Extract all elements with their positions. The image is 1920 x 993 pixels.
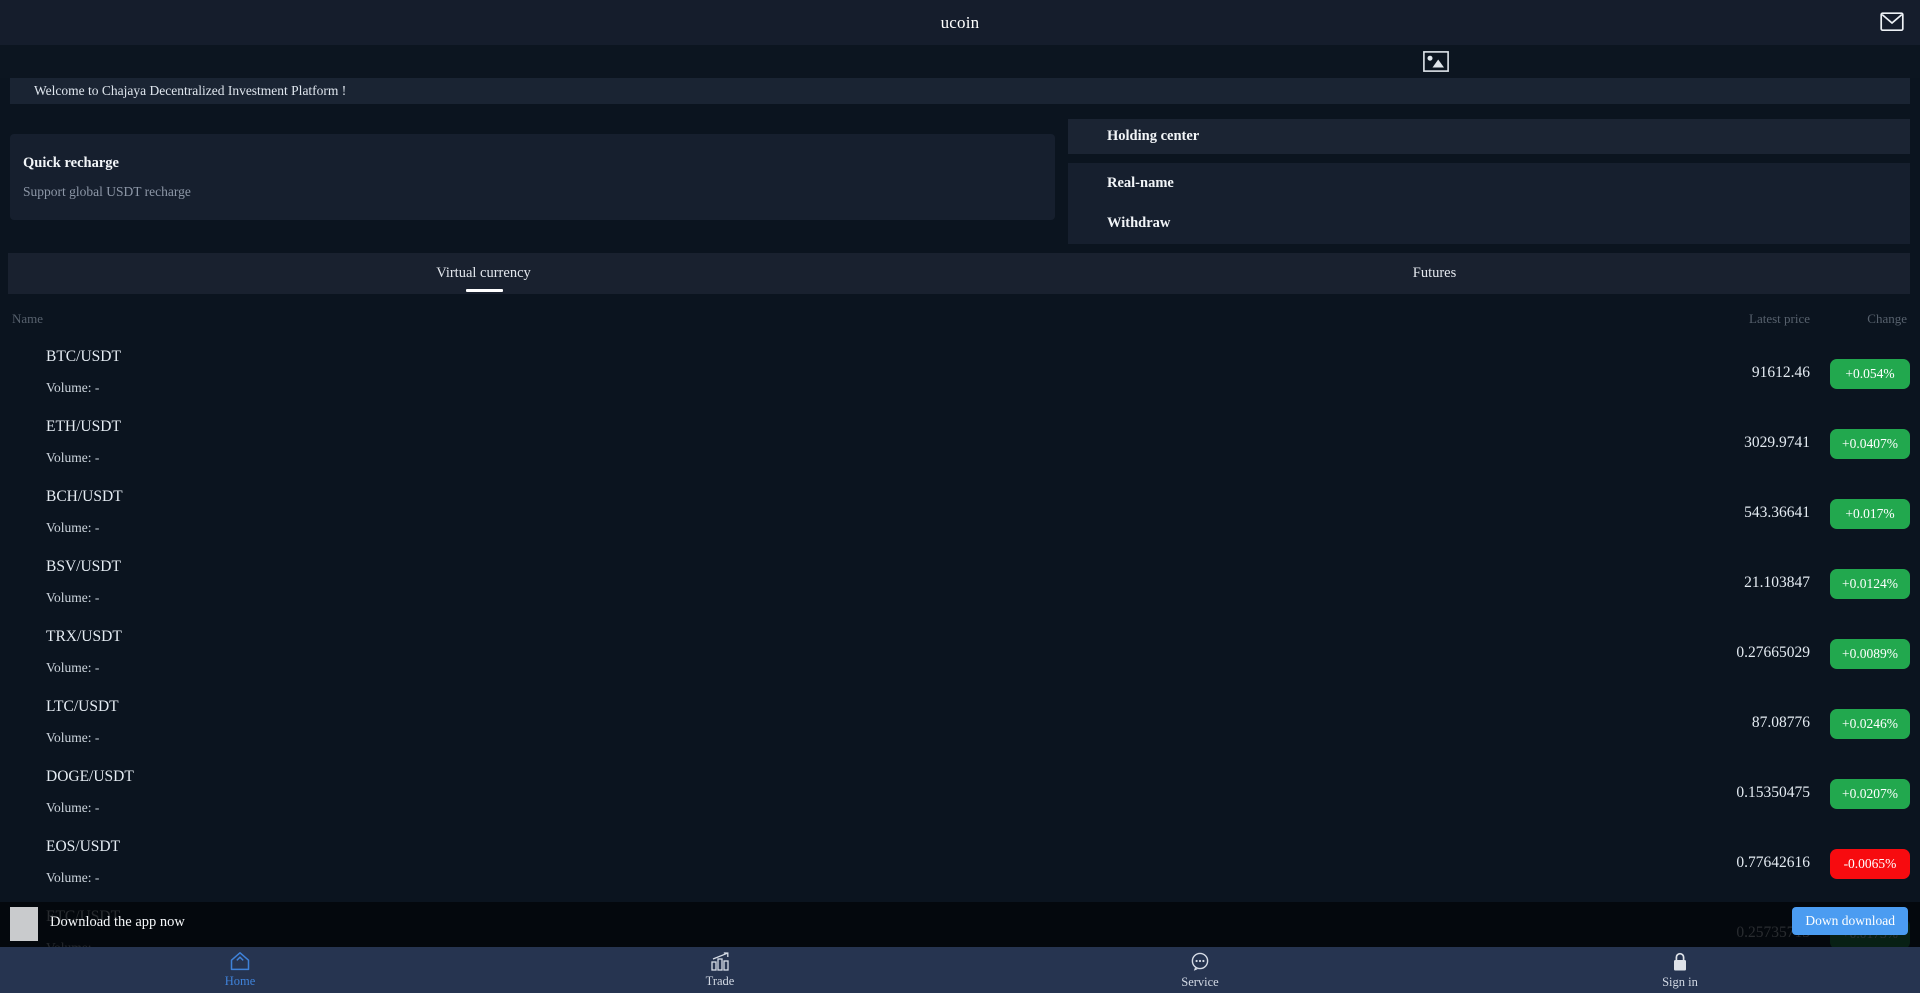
notice-bar: Welcome to Chajaya Decentralized Investm… (10, 78, 1910, 104)
volume: Volume: - (46, 800, 99, 816)
market-row[interactable]: TRX/USDT Volume: - 0.27665029 +0.0089% (0, 619, 1920, 689)
latest-price: 543.36641 (1744, 504, 1810, 522)
change-badge: +0.0124% (1830, 569, 1910, 599)
banner-carousel (0, 45, 1920, 78)
nav-label: Trade (706, 974, 735, 989)
app-title: ucoin (941, 13, 980, 33)
menu-item-holding-center[interactable]: Holding center (1068, 119, 1910, 154)
nav-sign-in[interactable]: Sign in (1440, 947, 1920, 993)
download-text: Download the app now (50, 914, 185, 931)
market-tabs: Virtual currency Futures (8, 253, 1910, 294)
notice-text: Welcome to Chajaya Decentralized Investm… (34, 83, 346, 99)
tab-label: Futures (1413, 265, 1457, 282)
market-row[interactable]: LTC/USDT Volume: - 87.08776 +0.0246% (0, 689, 1920, 759)
market-row[interactable]: ETH/USDT Volume: - 3029.9741 +0.0407% (0, 409, 1920, 479)
nav-service[interactable]: Service (960, 947, 1440, 993)
market-row[interactable]: BTC/USDT Volume: - 91612.46 +0.054% (0, 339, 1920, 409)
bottom-nav: Home Trade Service (0, 947, 1920, 993)
change-badge: +0.054% (1830, 359, 1910, 389)
tab-virtual-currency[interactable]: Virtual currency (8, 253, 959, 294)
volume: Volume: - (46, 660, 99, 676)
latest-price: 3029.9741 (1744, 434, 1810, 452)
latest-price: 21.103847 (1744, 574, 1810, 592)
menu-label: Withdraw (1107, 215, 1170, 232)
pair-name: EOS/USDT (46, 838, 120, 856)
pair-name: LTC/USDT (46, 698, 119, 716)
change-badge: -0.0065% (1830, 849, 1910, 879)
change-badge: +0.0089% (1830, 639, 1910, 669)
market-row[interactable]: DOGE/USDT Volume: - 0.15350475 +0.0207% (0, 759, 1920, 829)
menu-item-real-name[interactable]: Real-name (1068, 163, 1910, 203)
latest-price: 91612.46 (1752, 364, 1810, 382)
table-header: Name Latest price Change (0, 311, 1920, 327)
pair-name: BCH/USDT (46, 488, 123, 506)
market-row[interactable]: BCH/USDT Volume: - 543.36641 +0.017% (0, 479, 1920, 549)
market-row[interactable]: EOS/USDT Volume: - 0.77642616 -0.0065% (0, 829, 1920, 899)
change-badge: +0.0207% (1830, 779, 1910, 809)
volume: Volume: - (46, 450, 99, 466)
col-change: Change (1867, 311, 1907, 327)
tab-label: Virtual currency (436, 265, 531, 282)
volume: Volume: - (46, 380, 99, 396)
volume: Volume: - (46, 730, 99, 746)
broken-image-icon (1423, 51, 1449, 72)
app-icon-placeholder (10, 907, 38, 941)
trade-icon (709, 951, 731, 971)
pair-name: DOGE/USDT (46, 768, 134, 786)
menu-label: Holding center (1107, 128, 1199, 145)
pair-name: BTC/USDT (46, 348, 121, 366)
latest-price: 0.15350475 (1736, 784, 1810, 802)
volume: Volume: - (46, 520, 99, 536)
change-badge: +0.017% (1830, 499, 1910, 529)
quick-recharge-subtitle: Support global USDT recharge (23, 184, 1041, 200)
service-icon (1189, 951, 1211, 972)
col-name: Name (12, 311, 43, 327)
volume: Volume: - (46, 870, 99, 886)
side-menu-block: Real-name Withdraw (1068, 163, 1910, 244)
col-latest-price: Latest price (1749, 311, 1810, 327)
nav-label: Service (1181, 975, 1218, 990)
nav-label: Sign in (1662, 975, 1698, 990)
latest-price: 0.27665029 (1736, 644, 1810, 662)
change-badge: +0.0407% (1830, 429, 1910, 459)
nav-label: Home (225, 974, 256, 989)
volume: Volume: - (46, 590, 99, 606)
latest-price: 87.08776 (1752, 714, 1810, 732)
home-icon (229, 951, 251, 971)
pair-name: BSV/USDT (46, 558, 121, 576)
nav-trade[interactable]: Trade (480, 947, 960, 993)
quick-recharge-title: Quick recharge (23, 155, 1041, 172)
market-list: BTC/USDT Volume: - 91612.46 +0.054% ETH/… (0, 339, 1920, 969)
lock-icon (1670, 951, 1690, 972)
menu-item-withdraw[interactable]: Withdraw (1068, 203, 1910, 243)
top-bar: ucoin (0, 0, 1920, 45)
pair-name: TRX/USDT (46, 628, 122, 646)
nav-home[interactable]: Home (0, 947, 480, 993)
download-button[interactable]: Down download (1792, 907, 1908, 935)
tab-futures[interactable]: Futures (959, 253, 1910, 294)
market-row[interactable]: BSV/USDT Volume: - 21.103847 +0.0124% (0, 549, 1920, 619)
pair-name: ETH/USDT (46, 418, 121, 436)
mail-icon[interactable] (1880, 12, 1904, 32)
menu-label: Real-name (1107, 175, 1174, 192)
change-badge: +0.0246% (1830, 709, 1910, 739)
download-app-bar: Download the app now Down download (0, 902, 1920, 947)
latest-price: 0.77642616 (1736, 854, 1810, 872)
quick-recharge-card[interactable]: Quick recharge Support global USDT recha… (10, 134, 1055, 220)
